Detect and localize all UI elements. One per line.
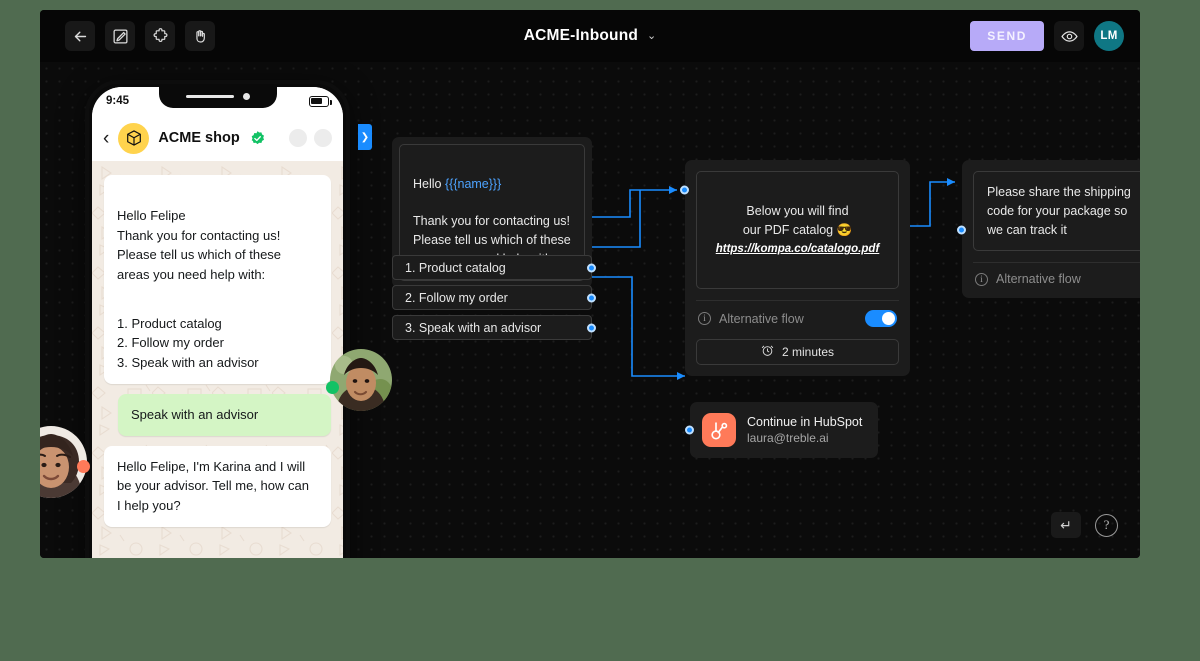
- puzzle-icon[interactable]: [145, 21, 175, 51]
- notch-speaker: [185, 94, 234, 99]
- chevron-down-icon[interactable]: ⌄: [647, 30, 656, 42]
- input-port[interactable]: [685, 425, 694, 435]
- notch-camera: [242, 93, 250, 100]
- input-port[interactable]: [957, 225, 966, 235]
- top-toolbar: ACME-Inbound ⌄ SEND LM: [40, 10, 1140, 62]
- more-options-icon[interactable]: [314, 129, 332, 147]
- back-icon[interactable]: [65, 21, 95, 51]
- alternative-flow-toggle[interactable]: [865, 310, 897, 328]
- input-port[interactable]: [680, 185, 689, 195]
- canvas-controls: ↵ ?: [1051, 512, 1118, 538]
- info-icon[interactable]: i: [975, 272, 988, 286]
- enter-return-icon[interactable]: ↵: [1051, 512, 1081, 538]
- avatar-karina[interactable]: [40, 426, 90, 498]
- catalog-link[interactable]: https://kompa.co/catalogo.pdf: [710, 241, 885, 258]
- alternative-flow-label: Alternative flow: [719, 311, 804, 326]
- phone-notch: [158, 87, 277, 108]
- hand-icon[interactable]: [185, 21, 215, 51]
- chat-bubble-incoming: Hello Felipe Thank you for contacting us…: [104, 175, 331, 384]
- send-button[interactable]: SEND: [970, 21, 1044, 51]
- delay-label: 2 minutes: [781, 345, 835, 360]
- option-label: 3. Speak with an advisor: [405, 320, 542, 335]
- question-mark-icon[interactable]: ?: [1095, 513, 1118, 537]
- delay-row[interactable]: 2 minutes: [696, 339, 899, 366]
- shop-name: ACME shop: [158, 130, 240, 146]
- flow-canvas[interactable]: ❯ 9:45 ‹ ACME shop Hello Felipe Thank yo…: [40, 62, 1140, 558]
- catalog-body: Below you will find our PDF catalog 😎: [742, 203, 853, 237]
- app-window: ACME-Inbound ⌄ SEND LM ❯ 9:45 ‹ ACME sho…: [40, 10, 1140, 558]
- output-port[interactable]: [587, 293, 596, 302]
- option-speak-advisor[interactable]: 3. Speak with an advisor: [392, 315, 596, 340]
- output-port[interactable]: [587, 323, 596, 332]
- status-time: 9:45: [106, 95, 130, 107]
- chat-header: ‹ ACME shop: [92, 115, 343, 161]
- info-icon[interactable]: i: [698, 312, 711, 326]
- output-port[interactable]: [587, 263, 596, 272]
- video-call-icon[interactable]: [289, 129, 307, 147]
- chat-bubble-outgoing: Speak with an advisor: [118, 393, 331, 436]
- alternative-flow-label: Alternative flow: [996, 272, 1081, 287]
- option-label: 2. Follow my order: [405, 290, 508, 305]
- status-dot: [326, 381, 339, 394]
- chevron-right-icon: ❯: [360, 131, 370, 143]
- node-hubspot-handoff[interactable]: Continue in HubSpot laura@treble.ai: [685, 402, 879, 458]
- alternative-flow-row: i Alternative flow: [962, 263, 1140, 298]
- phone-screen: 9:45 ‹ ACME shop Hello Felipe Thank you …: [92, 87, 343, 558]
- panel-expand-toggle[interactable]: ❯: [358, 124, 372, 150]
- eye-icon[interactable]: [1054, 21, 1084, 51]
- page-title: ACME-Inbound: [523, 27, 639, 44]
- document-title-button[interactable]: ACME-Inbound ⌄: [524, 27, 657, 45]
- hubspot-icon: [702, 413, 736, 447]
- avatar[interactable]: LM: [1094, 21, 1124, 51]
- avatar-photo: [330, 349, 392, 411]
- node-shipping-message[interactable]: Please share the shipping code for your …: [957, 160, 1140, 299]
- hubspot-text-group: Continue in HubSpot laura@treble.ai: [747, 415, 862, 445]
- option-label: 1. Product catalog: [405, 260, 506, 275]
- option-follow-order[interactable]: 2. Follow my order: [392, 285, 596, 310]
- node-option-list[interactable]: 1. Product catalog 2. Follow my order 3.…: [392, 255, 596, 345]
- chat-bubble-incoming: Hello Felipe, I'm Karina and I will be y…: [104, 445, 331, 527]
- avatar-felipe[interactable]: [326, 349, 392, 411]
- battery-icon: [309, 95, 332, 107]
- status-dot: [77, 460, 90, 473]
- topbar-actions: SEND LM: [970, 10, 1124, 62]
- chevron-left-icon[interactable]: ‹: [103, 129, 109, 148]
- phone-status-bar: 9:45: [92, 87, 343, 115]
- node-catalog-message[interactable]: Below you will find our PDF catalog 😎 ht…: [680, 160, 910, 377]
- hubspot-title: Continue in HubSpot: [747, 415, 863, 429]
- greeting-variable: {{{name}}}: [444, 176, 502, 191]
- chat-wallpaper: Hello Felipe Thank you for contacting us…: [92, 161, 343, 558]
- chat-bubble-text: Hello Felipe Thank you for contacting us…: [117, 207, 282, 282]
- phone-preview: 9:45 ‹ ACME shop Hello Felipe Thank you …: [85, 80, 350, 558]
- node-catalog-text: Below you will find our PDF catalog 😎 ht…: [696, 171, 899, 290]
- chat-bubble-options: 1. Product catalog 2. Follow my order 3.…: [117, 315, 259, 371]
- chat-header-actions: [289, 129, 332, 147]
- greeting-prefix: Hello: [413, 176, 445, 191]
- alternative-flow-row: i Alternative flow: [685, 301, 910, 331]
- box-icon: [118, 122, 150, 154]
- verified-badge-icon: [249, 130, 266, 147]
- option-product-catalog[interactable]: 1. Product catalog: [392, 255, 596, 280]
- alarm-clock-icon: [761, 344, 774, 360]
- node-shipping-text: Please share the shipping code for your …: [973, 171, 1140, 252]
- hubspot-email: laura@treble.ai: [747, 431, 829, 445]
- edit-icon[interactable]: [105, 21, 135, 51]
